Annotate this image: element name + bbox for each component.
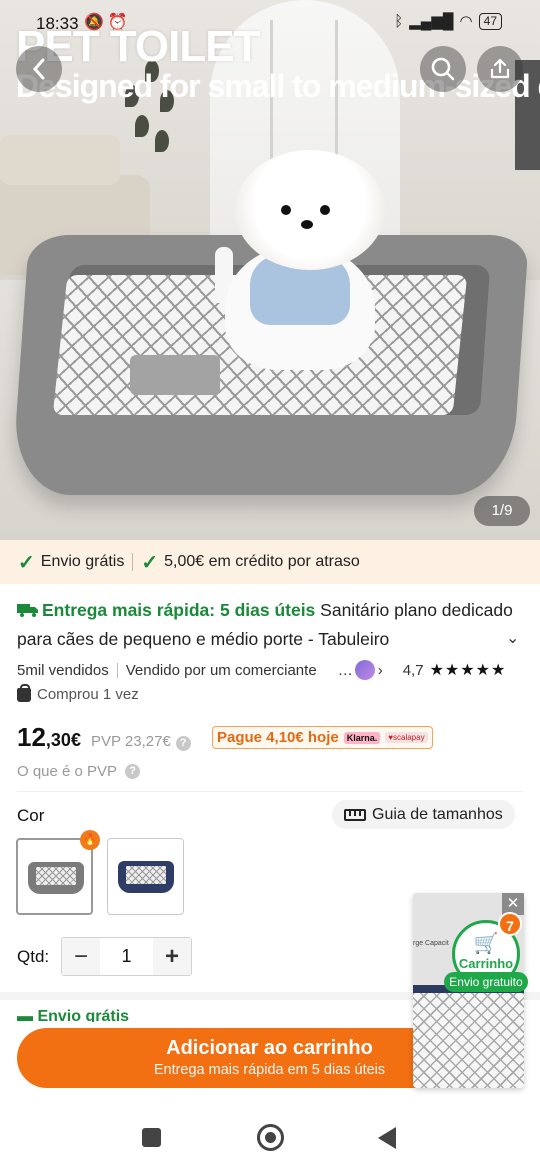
swatch-image: [28, 862, 84, 894]
quantity-label: Qtd:: [17, 947, 50, 966]
size-guide-button[interactable]: Guia de tamanhos: [332, 800, 515, 829]
seller-link[interactable]: Vendido por um comerciante: [126, 662, 338, 679]
pvp-help-text: O que é o PVP: [17, 763, 118, 780]
free-shipping-pill: Envio gratuito: [444, 972, 528, 992]
system-nav-bar: [0, 1108, 540, 1170]
seller-badge-icon: [354, 660, 375, 680]
search-button[interactable]: [420, 46, 466, 92]
rating-value[interactable]: 4,7: [403, 662, 424, 679]
battery-icon: 47: [478, 12, 502, 30]
product-meta-row: 5mil vendidos Vendido por um comerciante…: [17, 660, 507, 680]
video-tray-grid: [413, 993, 524, 1088]
status-bar: 18:33 🔕⏰ ᛒ ▂▄▆█ ◠ 47: [0, 0, 540, 44]
klarna-installment[interactable]: Pague 4,10€ hoje Klarna. ♥scalapay: [212, 726, 433, 749]
bought-badge: Comprou 1 vez: [17, 683, 139, 703]
notification-icons: 🔕⏰: [84, 14, 132, 31]
shipping-section-peek: ▬ Envio grátis: [17, 1008, 129, 1022]
divider: [132, 553, 134, 571]
cart-label: Carrinho: [458, 956, 514, 971]
cart-count-badge: 7: [498, 912, 522, 936]
recents-icon[interactable]: [142, 1128, 161, 1147]
bag-icon: [17, 683, 31, 702]
minus-icon: −: [73, 942, 88, 970]
bought-text: Comprou 1 vez: [37, 686, 139, 703]
system-icons: ᛒ ▂▄▆█ ◠ 47: [394, 12, 502, 30]
pvp-price: PVP 23,27€: [90, 733, 171, 750]
truck-icon: [17, 604, 38, 617]
product-title[interactable]: Entrega mais rápida: 5 dias úteis Sanitá…: [17, 596, 527, 654]
section-divider: [17, 791, 523, 792]
decrease-button[interactable]: −: [62, 938, 100, 975]
share-icon: [490, 58, 510, 79]
pvp-help-link[interactable]: O que é o PVP ?: [17, 763, 141, 780]
expand-title-icon[interactable]: ⌄: [506, 628, 519, 648]
price-decimal: ,30€: [45, 730, 81, 750]
quantity-stepper: − 1 +: [61, 937, 192, 976]
price-integer: 12: [17, 722, 46, 752]
increase-button[interactable]: +: [153, 938, 191, 975]
quantity-value[interactable]: 1: [100, 938, 153, 975]
color-swatch-navy[interactable]: [107, 838, 184, 915]
bluetooth-icon: ᛒ: [394, 12, 404, 30]
pay-today-text: Pague 4,10€ hoje: [217, 729, 339, 746]
wifi-icon: ◠: [459, 13, 473, 30]
fast-delivery-label: Entrega mais rápida: 5 dias úteis: [42, 600, 316, 620]
home-icon[interactable]: [257, 1124, 284, 1151]
color-swatch-gray[interactable]: [16, 838, 93, 915]
ruler-icon: [344, 808, 366, 821]
divider: [116, 662, 118, 678]
back-button[interactable]: [16, 46, 62, 92]
help-icon: ?: [125, 764, 141, 779]
dog-illustration: [215, 150, 395, 380]
image-counter: 1/9: [474, 496, 530, 526]
info-icon[interactable]: ?: [175, 736, 191, 751]
size-guide-label: Guia de tamanhos: [372, 805, 503, 823]
swatch-image: [118, 861, 174, 893]
sold-count: 5mil vendidos: [17, 661, 109, 679]
check-icon: ✓: [18, 551, 35, 574]
delay-credit-text: 5,00€ em crédito por atraso: [164, 553, 360, 570]
chevron-right-icon[interactable]: ›: [378, 662, 383, 679]
klarna-logo: Klarna.: [343, 731, 381, 744]
truck-icon: ▬: [17, 1008, 33, 1022]
chevron-left-icon: [32, 58, 45, 80]
free-shipping-text: Envio grátis: [40, 553, 125, 570]
price-row: 12 ,30€ PVP 23,27€ ?: [17, 722, 191, 752]
color-label: Cor: [17, 806, 45, 825]
video-caption: rge Capacit: [413, 940, 449, 947]
back-icon[interactable]: [378, 1127, 396, 1149]
product-image-carousel[interactable]: PET TOILET Designed for small to medium-…: [0, 0, 540, 540]
check-icon: ✓: [141, 551, 159, 574]
rating-stars-icon[interactable]: ★★★★★: [430, 660, 507, 680]
signal-icon: ▂▄▆█: [409, 13, 454, 30]
clock: 18:33: [36, 14, 79, 33]
plus-icon: +: [164, 942, 179, 970]
hot-icon: 🔥: [80, 830, 100, 850]
scalapay-logo: ♥scalapay: [385, 732, 428, 743]
peek-text: Envio grátis: [37, 1008, 130, 1022]
shipping-banner[interactable]: ✓ Envio grátis ✓ 5,00€ em crédito por at…: [0, 540, 540, 584]
search-icon: [431, 57, 455, 81]
share-button[interactable]: [477, 46, 523, 92]
